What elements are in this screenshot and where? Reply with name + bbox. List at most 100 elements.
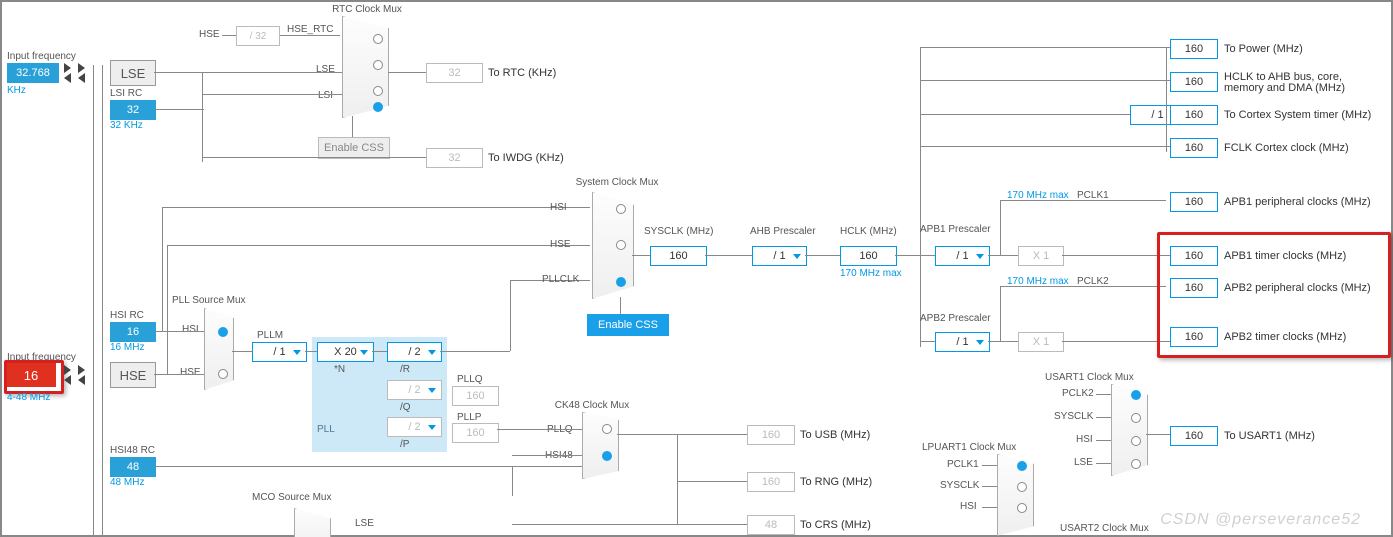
- pll-hsi: HSI: [182, 324, 199, 335]
- enable-css-lse-button[interactable]: Enable CSS: [318, 137, 390, 159]
- apb1-presc-label: APB1 Prescaler: [920, 224, 991, 235]
- lpuart1-opt-hsi[interactable]: [1017, 503, 1027, 513]
- pll-src-title: PLL Source Mux: [172, 295, 246, 306]
- lpuart1-title: LPUART1 Clock Mux: [922, 442, 1016, 453]
- usart1-out[interactable]: 160: [1170, 426, 1218, 446]
- usart1-opt-hsi[interactable]: [1131, 436, 1141, 446]
- pll-n-label: *N: [334, 364, 345, 375]
- sys-hse: HSE: [550, 239, 571, 250]
- out-apb1-timer-lbl: APB1 timer clocks (MHz): [1224, 250, 1346, 262]
- out-power[interactable]: 160: [1170, 39, 1218, 59]
- lpuart1-opt-pclk1[interactable]: [1017, 461, 1027, 471]
- ahb-select[interactable]: / 1: [752, 246, 807, 266]
- lpuart1-hsi: HSI: [960, 501, 977, 512]
- lse-source-button[interactable]: LSE: [110, 60, 156, 86]
- out-hclk-ahb-lbl: HCLK to AHB bus, core, memory and DMA (M…: [1224, 72, 1374, 94]
- out-apb1-periph[interactable]: 160: [1170, 192, 1218, 212]
- out-apb2-timer-lbl: APB2 timer clocks (MHz): [1224, 331, 1346, 343]
- ck48-title: CK48 Clock Mux: [542, 400, 642, 411]
- out-apb2-timer[interactable]: 160: [1170, 327, 1218, 347]
- crs-out: 48: [747, 515, 795, 535]
- apb1-mult: X 1: [1018, 246, 1064, 266]
- sys-mux-opt-hse[interactable]: [616, 240, 626, 250]
- pll-r-label: /R: [400, 364, 410, 375]
- sys-mux-opt-pllclk[interactable]: [616, 277, 626, 287]
- pll-p-select[interactable]: / 2: [387, 417, 442, 437]
- usart1-mux[interactable]: [1111, 384, 1148, 476]
- pllm-select[interactable]: / 1: [252, 342, 307, 362]
- hse-rtc-label: HSE_RTC: [287, 24, 334, 35]
- hsi-rc-value: 16: [110, 322, 156, 342]
- out-hclk-ahb[interactable]: 160: [1170, 72, 1218, 92]
- hsi48-rc-value: 48: [110, 457, 156, 477]
- hclk-value[interactable]: 160: [840, 246, 897, 266]
- pll-r-select[interactable]: / 2: [387, 342, 442, 362]
- apb2-presc-select[interactable]: / 1: [935, 332, 990, 352]
- ck48-mux[interactable]: [582, 412, 619, 479]
- out-fclk[interactable]: 160: [1170, 138, 1218, 158]
- sys-pllclk: PLLCLK: [542, 274, 579, 285]
- hse-freq-input[interactable]: 16: [6, 363, 56, 387]
- rng-out: 160: [747, 472, 795, 492]
- rtc-mux-opt-none[interactable]: [373, 102, 383, 112]
- out-apb2-periph-lbl: APB2 peripheral clocks (MHz): [1224, 282, 1371, 294]
- rtc-mux-opt-hse[interactable]: [373, 34, 383, 44]
- hsi48-rc-label: HSI48 RC: [110, 445, 155, 456]
- sysclk-value[interactable]: 160: [650, 246, 707, 266]
- out-apb1-periph-lbl: APB1 peripheral clocks (MHz): [1224, 196, 1371, 208]
- hse-freq-range: 4-48 MHz: [7, 392, 50, 403]
- lsi-rc-label: LSI RC: [110, 88, 142, 99]
- usart1-opt-sysclk[interactable]: [1131, 413, 1141, 423]
- clock-config-canvas: Input frequency 32.768 KHz LSE LSI RC 32…: [0, 0, 1393, 537]
- pllm-label: PLLM: [257, 330, 283, 341]
- hsi-rc-label: HSI RC: [110, 310, 144, 321]
- apb1-presc-select[interactable]: / 1: [935, 246, 990, 266]
- pll-q-select[interactable]: / 2: [387, 380, 442, 400]
- pllq-out: 160: [452, 386, 499, 406]
- usart1-sysclk: SYSCLK: [1054, 411, 1093, 422]
- hsi-rc-unit: 16 MHz: [110, 342, 144, 353]
- iwdg-out-value: 32: [426, 148, 483, 168]
- mco-mux[interactable]: [294, 508, 331, 537]
- sys-hsi: HSI: [550, 202, 567, 213]
- usart1-opt-pclk2[interactable]: [1131, 390, 1141, 400]
- pllq-label: PLLQ: [457, 374, 483, 385]
- out-power-lbl: To Power (MHz): [1224, 43, 1303, 55]
- sys-mux-opt-hsi[interactable]: [616, 204, 626, 214]
- rtc-out-value: 32: [426, 63, 483, 83]
- lpuart1-opt-sysclk[interactable]: [1017, 482, 1027, 492]
- usart1-opt-lse[interactable]: [1131, 459, 1141, 469]
- pllp-out: 160: [452, 423, 499, 443]
- out-apb1-timer[interactable]: 160: [1170, 246, 1218, 266]
- lse-freq-input[interactable]: 32.768: [7, 63, 59, 83]
- enable-css-sys-button[interactable]: Enable CSS: [587, 314, 669, 336]
- pll-n-select[interactable]: X 20: [317, 342, 374, 362]
- usart1-title: USART1 Clock Mux: [1045, 372, 1134, 383]
- iwdg-out-label: To IWDG (KHz): [488, 152, 564, 164]
- pll-src-opt-hsi[interactable]: [218, 327, 228, 337]
- lse-freq-unit: KHz: [7, 85, 26, 96]
- system-clock-mux[interactable]: [592, 192, 634, 299]
- ck48-opt-pllq[interactable]: [602, 424, 612, 434]
- pll-label: PLL: [317, 424, 335, 435]
- hse-source-button[interactable]: HSE: [110, 362, 156, 388]
- pll-p-label: /P: [400, 439, 409, 450]
- hse-input-freq-label: Input frequency: [7, 352, 76, 363]
- rtc-mux-opt-lsi[interactable]: [373, 86, 383, 96]
- usart1-hsi: HSI: [1076, 434, 1093, 445]
- out-fclk-lbl: FCLK Cortex clock (MHz): [1224, 142, 1349, 154]
- usart1-pclk2: PCLK2: [1062, 388, 1094, 399]
- usart2-title: USART2 Clock Mux: [1060, 523, 1149, 534]
- pll-hse: HSE: [180, 367, 201, 378]
- pll-src-opt-hse[interactable]: [218, 369, 228, 379]
- ck48-opt-hsi48[interactable]: [602, 451, 612, 461]
- lpuart1-pclk1: PCLK1: [947, 459, 979, 470]
- out-apb2-periph[interactable]: 160: [1170, 278, 1218, 298]
- out-cortex-sys[interactable]: 160: [1170, 105, 1218, 125]
- rtc-mux-opt-lse[interactable]: [373, 60, 383, 70]
- apb2-mult: X 1: [1018, 332, 1064, 352]
- pllp-label: PLLP: [457, 412, 481, 423]
- ahb-label: AHB Prescaler: [750, 226, 816, 237]
- lsi-rc-unit: 32 KHz: [110, 120, 143, 131]
- lpuart1-mux[interactable]: [997, 454, 1034, 536]
